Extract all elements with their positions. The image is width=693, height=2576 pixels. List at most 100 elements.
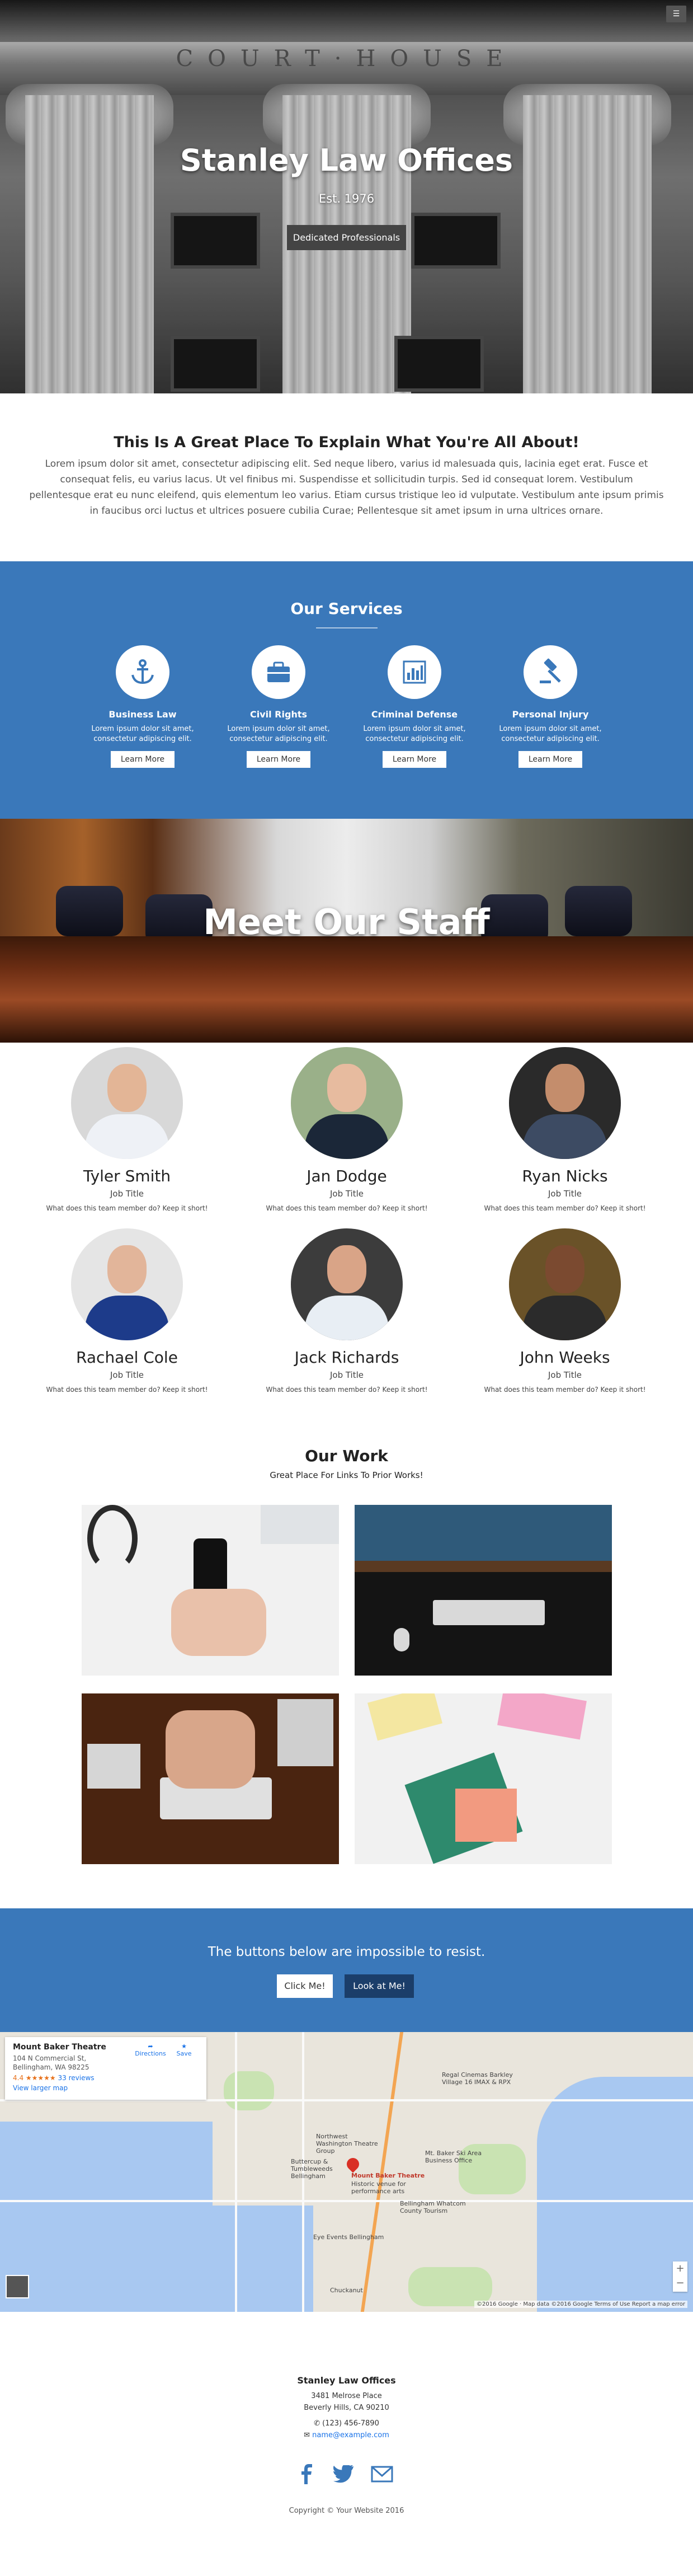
learn-more-button[interactable]: Learn More xyxy=(246,751,311,768)
service-desc: Lorem ipsum dolor sit amet, consectetur … xyxy=(91,725,194,743)
look-at-me-button[interactable]: Look at Me! xyxy=(345,1974,414,1998)
zoom-out-icon[interactable]: − xyxy=(673,2276,687,2291)
envelope-icon: ✉ xyxy=(304,2431,310,2439)
member-name: Tyler Smith xyxy=(83,1167,171,1185)
star-icon: ★ xyxy=(181,2043,187,2050)
footer-phone-line: ✆ (123) 456-7890 xyxy=(0,2419,693,2428)
avatar xyxy=(71,1228,183,1340)
gavel-icon xyxy=(524,645,577,699)
facebook-icon[interactable] xyxy=(296,2463,318,2485)
save-button[interactable]: ★ Save xyxy=(167,2043,201,2057)
intro-text: Lorem ipsum dolor sit amet, consectetur … xyxy=(29,458,664,517)
member-title: Job Title xyxy=(329,1189,364,1199)
map-embed[interactable]: Mount Baker Theatre Historic venue for p… xyxy=(0,2032,693,2312)
member-name: Ryan Nicks xyxy=(522,1167,608,1185)
member-desc: What does this team member do? Keep it s… xyxy=(46,1204,208,1212)
hero-subtitle: Est. 1976 xyxy=(318,192,375,205)
map-water xyxy=(537,2077,693,2312)
member-name: John Weeks xyxy=(520,1348,610,1367)
work-title: Our Work xyxy=(305,1447,388,1465)
map-label: Historic venue for performance arts xyxy=(351,2180,406,2195)
member-title: Job Title xyxy=(110,1189,144,1199)
footer-email[interactable]: name@example.com xyxy=(312,2431,389,2439)
work-subtitle: Great Place For Links To Prior Works! xyxy=(270,1470,423,1480)
briefcase-icon xyxy=(252,645,305,699)
hero-title: Stanley Law Offices xyxy=(180,143,513,178)
map-satellite-toggle[interactable] xyxy=(6,2275,29,2298)
team-section: Tyler Smith Job Title What does this tea… xyxy=(0,1043,693,1406)
map-label: Mt. Baker Ski Area Business Office xyxy=(425,2150,482,2164)
directions-button[interactable]: ➦ Directions xyxy=(134,2043,167,2057)
team-member: Tyler Smith Job Title What does this tea… xyxy=(32,1047,222,1212)
bar-chart-icon xyxy=(388,645,441,699)
services-title: Our Services xyxy=(290,599,403,618)
anchor-icon xyxy=(116,645,169,699)
map-road xyxy=(0,2200,693,2202)
hero-section: COURT·HOUSE ☰ Stanley Law Offices Est. 1… xyxy=(0,0,693,393)
learn-more-button[interactable]: Learn More xyxy=(518,751,583,768)
menu-button[interactable]: ☰ xyxy=(666,6,686,22)
member-title: Job Title xyxy=(329,1370,364,1380)
reviews-link[interactable]: 33 reviews xyxy=(58,2074,95,2082)
service-name: Civil Rights xyxy=(249,709,307,720)
team-member: Jack Richards Job Title What does this t… xyxy=(252,1228,442,1393)
member-desc: What does this team member do? Keep it s… xyxy=(266,1204,428,1212)
avatar xyxy=(509,1047,621,1159)
member-desc: What does this team member do? Keep it s… xyxy=(46,1386,208,1393)
zoom-in-icon[interactable]: + xyxy=(673,2261,687,2276)
map-zoom-control[interactable]: + − xyxy=(673,2261,687,2292)
twitter-icon[interactable] xyxy=(333,2463,355,2485)
map-attribution: ©2016 Google · Map data ©2016 Google Ter… xyxy=(474,2301,687,2308)
footer-email-line: ✉ name@example.com xyxy=(0,2431,693,2439)
member-desc: What does this team member do? Keep it s… xyxy=(484,1204,646,1212)
service-name: Personal Injury xyxy=(512,709,589,720)
team-member: Jan Dodge Job Title What does this team … xyxy=(252,1047,442,1212)
map-label: Eye Events Bellingham xyxy=(313,2234,384,2241)
work-image[interactable] xyxy=(82,1505,339,1676)
footer-street: 3481 Melrose Place xyxy=(311,2392,382,2400)
service-personal-injury: Personal Injury Lorem ipsum dolor sit am… xyxy=(489,645,612,768)
avatar xyxy=(291,1228,403,1340)
email-icon[interactable] xyxy=(371,2463,393,2485)
map-label: Buttercup & Tumbleweeds Bellingham xyxy=(291,2158,333,2180)
click-me-button[interactable]: Click Me! xyxy=(277,1974,333,1998)
map-label: Bellingham Whatcom County Tourism xyxy=(400,2200,466,2214)
conference-table xyxy=(0,936,693,1043)
work-image[interactable] xyxy=(355,1505,612,1676)
phone-icon: ✆ xyxy=(314,2419,320,2428)
work-image[interactable] xyxy=(82,1693,339,1864)
copyright: Copyright © Your Website 2016 xyxy=(289,2507,404,2515)
map-water xyxy=(0,2206,313,2312)
service-desc: Lorem ipsum dolor sit amet, consectetur … xyxy=(227,725,330,743)
service-criminal-defense: Criminal Defense Lorem ipsum dolor sit a… xyxy=(353,645,476,768)
service-desc: Lorem ipsum dolor sit amet, consectetur … xyxy=(363,725,466,743)
menu-icon: ☰ xyxy=(672,10,680,18)
work-image[interactable] xyxy=(355,1693,612,1864)
cta-section: The buttons below are impossible to resi… xyxy=(0,1908,693,2032)
member-name: Jack Richards xyxy=(294,1348,399,1367)
hero-button[interactable]: Dedicated Professionals xyxy=(287,225,406,250)
member-name: Jan Dodge xyxy=(307,1167,387,1185)
staff-banner: Meet Our Staff xyxy=(0,819,693,1043)
cta-text: The buttons below are impossible to resi… xyxy=(208,1945,485,1959)
save-label: Save xyxy=(176,2050,192,2057)
map-place-address: 104 N Commercial St, Bellingham, WA 9822… xyxy=(13,2054,89,2071)
map-place-rating: 4.4 ★★★★★ 33 reviews xyxy=(13,2074,199,2082)
learn-more-button[interactable]: Learn More xyxy=(382,751,447,768)
member-desc: What does this team member do? Keep it s… xyxy=(484,1386,646,1393)
service-name: Business Law xyxy=(109,709,177,720)
rating-stars: 4.4 ★★★★★ xyxy=(13,2074,56,2082)
service-desc: Lorem ipsum dolor sit amet, consectetur … xyxy=(499,725,602,743)
learn-more-button[interactable]: Learn More xyxy=(110,751,175,768)
footer: Stanley Law Offices 3481 Melrose Place B… xyxy=(0,2312,693,2576)
view-larger-map-link[interactable]: View larger map xyxy=(13,2084,199,2092)
services-section: Our Services Business Law Lorem ipsum do… xyxy=(0,561,693,819)
map-label: Mount Baker Theatre xyxy=(351,2172,425,2179)
footer-company-name: Stanley Law Offices xyxy=(297,2375,396,2386)
avatar xyxy=(291,1047,403,1159)
service-business-law: Business Law Lorem ipsum dolor sit amet,… xyxy=(81,645,204,768)
team-member: John Weeks Job Title What does this team… xyxy=(470,1228,660,1393)
member-title: Job Title xyxy=(548,1189,582,1199)
team-member: Ryan Nicks Job Title What does this team… xyxy=(470,1047,660,1212)
member-title: Job Title xyxy=(110,1370,144,1380)
